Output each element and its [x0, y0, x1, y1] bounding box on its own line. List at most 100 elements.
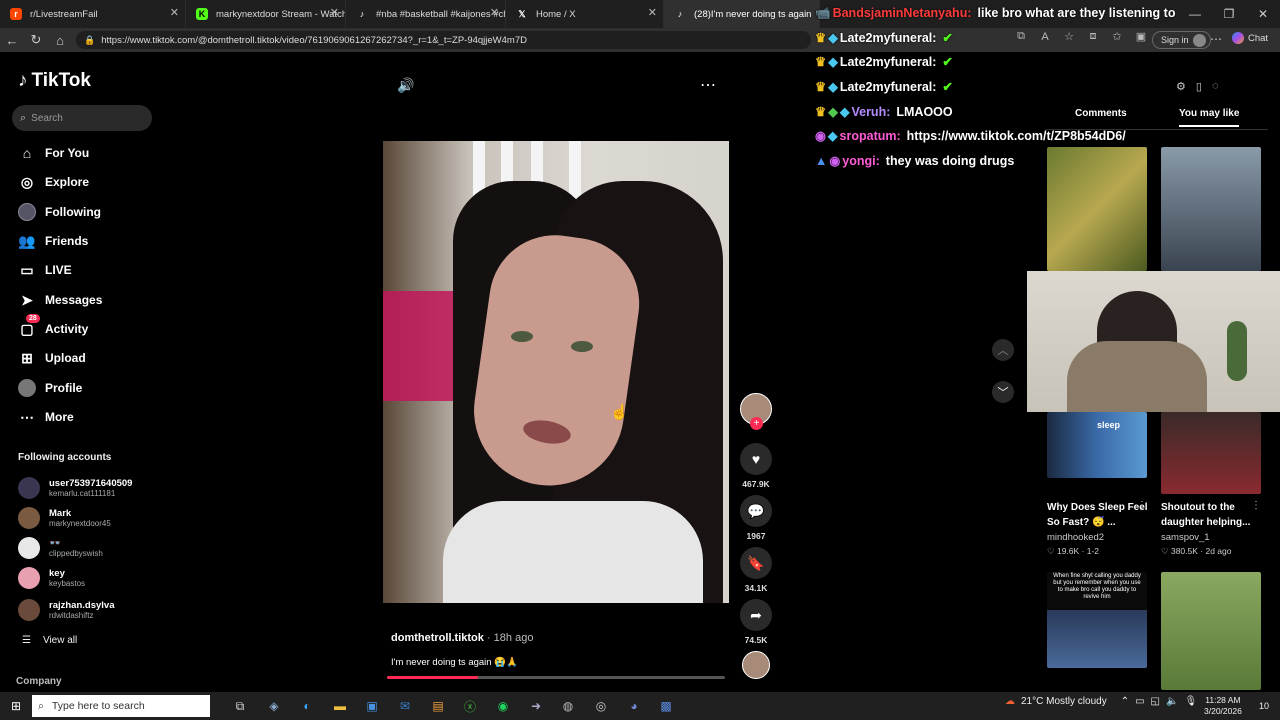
tiktok-logo[interactable]: ♪ TikTok	[18, 70, 91, 92]
taskbar-clock[interactable]: 11:28 AM 3/20/2026	[1204, 695, 1242, 717]
task-view-icon[interactable]: ⧉	[230, 696, 250, 716]
restore-icon[interactable]: ❐	[1212, 0, 1246, 28]
following-account[interactable]: key keybastos	[18, 565, 85, 591]
search-input[interactable]: ⌕ Search	[12, 105, 152, 131]
spotify-icon[interactable]: ◉	[493, 696, 513, 716]
video-progress-bar[interactable]	[387, 676, 725, 679]
extensions-icon[interactable]: ⧈	[1084, 30, 1102, 43]
favorites-icon[interactable]: ✩	[1108, 30, 1126, 43]
collections-icon[interactable]: ▣	[1132, 30, 1150, 43]
following-account[interactable]: user753971640509 kemarlu.cat111181	[18, 475, 132, 501]
recommended-video-thumbnail[interactable]	[1161, 572, 1261, 690]
video-more-icon[interactable]: ⋯	[700, 75, 717, 95]
copilot-chat-button[interactable]: Chat	[1232, 32, 1268, 44]
following-account[interactable]: 👓 clippedbyswish	[18, 535, 103, 561]
taskbar-search-input[interactable]: ⌕ Type here to search	[32, 695, 210, 717]
close-icon[interactable]: ✕	[330, 6, 339, 19]
video-author[interactable]: domthetroll.tiktok	[391, 632, 484, 644]
following-account[interactable]: Mark markynextdoor45	[18, 505, 111, 531]
nav-upload[interactable]: ⊞ Upload	[16, 346, 86, 370]
network-icon[interactable]: ◱	[1151, 696, 1160, 707]
app-icon[interactable]: ◍	[558, 696, 578, 716]
tray-chevron-icon[interactable]: ⌃	[1121, 696, 1129, 707]
company-link[interactable]: Company	[16, 676, 62, 687]
follow-plus-icon[interactable]: +	[750, 417, 763, 430]
recommended-title[interactable]: Why Does Sleep Feel So Fast? 😴 ...	[1047, 500, 1151, 530]
close-icon[interactable]: ✕	[490, 6, 499, 19]
nav-for-you[interactable]: ⌂ For You	[16, 141, 89, 165]
kebab-menu-icon[interactable]: ⋮	[1137, 500, 1147, 511]
nav-friends[interactable]: 👥 Friends	[16, 229, 88, 253]
recommended-video-thumbnail[interactable]: When fine shyt calling you daddy but you…	[1047, 572, 1147, 668]
chat-message: ♛ ◆ Late2myfuneral: ✔	[815, 79, 953, 94]
back-icon[interactable]: ←	[0, 28, 24, 52]
read-aloud-icon[interactable]: A	[1036, 31, 1054, 43]
mobile-icon[interactable]: ▯	[1196, 80, 1202, 93]
video-player[interactable]	[383, 141, 729, 603]
like-button[interactable]: ♥ 467.9K	[740, 443, 772, 489]
app-icon[interactable]: ▩	[656, 696, 676, 716]
nav-more[interactable]: ⋯ More	[16, 405, 74, 429]
obs-icon[interactable]: ◎	[591, 696, 611, 716]
url-field[interactable]: 🔒 https://www.tiktok.com/@domthetroll.ti…	[76, 31, 811, 49]
split-screen-icon[interactable]: ⧉	[1012, 30, 1030, 43]
xbox-icon[interactable]: ⓧ	[460, 696, 480, 716]
reload-icon[interactable]: ↻	[24, 28, 48, 52]
nav-messages[interactable]: ➤ Messages	[16, 288, 102, 312]
chevron-up-icon[interactable]: ︿	[992, 339, 1014, 361]
store-icon[interactable]: ▣	[362, 696, 382, 716]
notifications-icon[interactable]: 10	[1254, 696, 1274, 716]
browser-tab[interactable]: ♪ #nba #basketball #kaijones #char ✕	[346, 0, 506, 28]
favorite-star-icon[interactable]: ☆	[1060, 30, 1078, 43]
nav-live[interactable]: ▭ LIVE	[16, 258, 71, 282]
mic-icon[interactable]: 🎙	[1184, 696, 1197, 707]
recommended-video-thumbnail[interactable]	[1047, 147, 1147, 271]
notepad-icon[interactable]: ▤	[428, 696, 448, 716]
comment-button[interactable]: 💬 1967	[740, 495, 772, 541]
nav-explore[interactable]: ◎ Explore	[16, 170, 89, 194]
video-author-line[interactable]: domthetroll.tiktok · 18h ago	[391, 632, 533, 644]
creator-avatar-button[interactable]: +	[740, 393, 772, 430]
nav-profile[interactable]: Profile	[16, 376, 82, 400]
browser-menu-icon[interactable]: ⋯	[1210, 32, 1222, 46]
share-button[interactable]: ➦ 74.5K	[740, 599, 772, 645]
recommended-video-thumbnail[interactable]: sleep	[1047, 412, 1147, 478]
recommended-author[interactable]: mindhooked2	[1047, 532, 1104, 543]
weather-text[interactable]: 21°C Mostly cloudy	[1021, 696, 1107, 707]
outlook-icon[interactable]: ✉	[395, 696, 415, 716]
browser-tab[interactable]: K markynextdoor Stream - Watch Li ✕	[186, 0, 346, 28]
chevron-down-icon[interactable]: ﹀	[992, 381, 1014, 403]
view-all-link[interactable]: ☰ View all	[22, 635, 77, 646]
recommended-title[interactable]: Shoutout to the daughter helping...	[1161, 500, 1265, 530]
kebab-menu-icon[interactable]: ⋮	[1251, 500, 1261, 511]
browser-tab-active[interactable]: ♪ (28)I'm never doing ts again	[664, 0, 820, 28]
close-window-icon[interactable]: ✕	[1246, 0, 1280, 28]
settings-icon[interactable]: ⚙	[1176, 80, 1186, 93]
tab-comments[interactable]: Comments	[1075, 108, 1127, 119]
nav-activity[interactable]: ▢ 28 Activity	[16, 313, 88, 341]
nav-following[interactable]: Following	[16, 200, 101, 224]
browser-tab[interactable]: 𝕏 Home / X ✕	[506, 0, 664, 28]
sign-in-button[interactable]: Sign in	[1152, 31, 1211, 49]
app-icon[interactable]: ➜	[526, 696, 546, 716]
music-disc-button[interactable]	[740, 651, 772, 679]
copilot-icon[interactable]: ◈	[264, 696, 284, 716]
recommended-video-thumbnail[interactable]	[1161, 147, 1261, 271]
tab-you-may-like[interactable]: You may like	[1179, 108, 1240, 127]
discord-icon[interactable]: ◕	[624, 696, 644, 716]
volume-icon[interactable]: 🔊	[397, 77, 414, 94]
volume-icon[interactable]: 🔈	[1166, 696, 1178, 707]
recommended-video-thumbnail[interactable]	[1161, 412, 1261, 494]
save-button[interactable]: 🔖 34.1K	[740, 547, 772, 593]
recommended-author[interactable]: samspov_1	[1161, 532, 1210, 543]
close-icon[interactable]: ✕	[648, 6, 657, 19]
file-explorer-icon[interactable]: ▬	[330, 696, 350, 716]
following-account[interactable]: rajzhan.dsylva rdwitdashiftz	[18, 597, 114, 623]
browser-tab[interactable]: r r/LivestreamFail ✕	[0, 0, 186, 28]
edge-icon[interactable]: ◐	[297, 696, 317, 716]
tray-app-icon[interactable]: ▭	[1135, 696, 1144, 707]
minimize-icon[interactable]: —	[1178, 0, 1212, 28]
close-icon[interactable]: ✕	[170, 6, 179, 19]
home-icon[interactable]: ⌂	[48, 28, 72, 52]
windows-start-icon[interactable]: ⊞	[6, 696, 26, 716]
